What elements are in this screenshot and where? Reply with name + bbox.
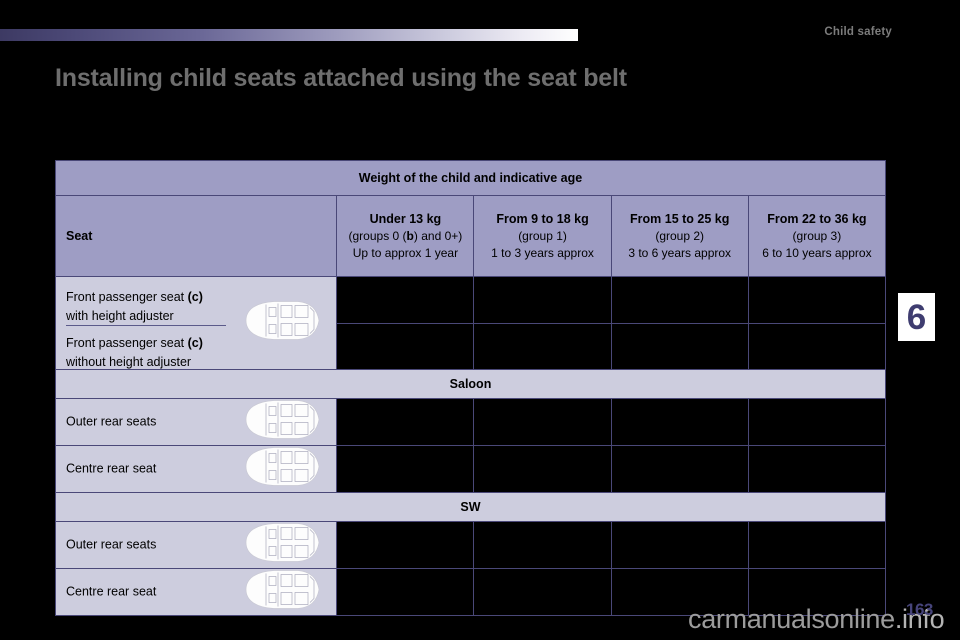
seat-column-header: Seat — [54, 195, 338, 277]
data-cell-fp-noadj-1 — [336, 322, 475, 370]
data-cell-saloon-outer-1 — [336, 398, 475, 446]
chapter-number-tab: 6 — [898, 293, 935, 341]
fp-line-2a: Front passenger seat (c) — [66, 336, 203, 350]
car-top-view-icon — [240, 399, 322, 446]
weight-label-3: From 15 to 25 kg — [630, 211, 730, 226]
table-row-front-passenger-with-adjuster: Front passenger seat (c) with height adj… — [54, 276, 887, 370]
data-cell-sw-centre-2 — [473, 568, 612, 616]
data-cell-saloon-centre-1 — [336, 445, 475, 493]
data-cell-fp-adj-3 — [610, 276, 749, 324]
weight-age-header: Weight of the child and indicative age — [55, 160, 886, 196]
weight-label-2: From 9 to 18 kg — [496, 211, 589, 226]
table-header-columns-row: Seat Under 13 kg (groups 0 (b) and 0+) U… — [54, 195, 887, 277]
chapter-label: Child safety — [824, 26, 892, 38]
data-cell-saloon-centre-3 — [610, 445, 749, 493]
car-top-view-icon — [240, 300, 322, 347]
data-cell-sw-centre-1 — [336, 568, 475, 616]
header-gradient-rule — [0, 29, 578, 41]
watermark-name: carmanualsonline — [688, 604, 895, 634]
section-header-saloon: Saloon — [55, 369, 886, 399]
data-cell-saloon-outer-4 — [747, 398, 887, 446]
data-cell-saloon-centre-4 — [747, 445, 887, 493]
car-top-view-icon — [240, 522, 322, 569]
child-seat-compatibility-table: Weight of the child and indicative age S… — [54, 160, 887, 616]
age-label-4: 6 to 10 years approx — [762, 246, 872, 261]
data-cell-saloon-outer-2 — [473, 398, 612, 446]
seat-label-text: Centre rear seat — [66, 461, 157, 476]
weight-column-header-2: From 9 to 18 kg (group 1) 1 to 3 years a… — [473, 195, 612, 277]
data-cell-sw-outer-3 — [610, 521, 749, 569]
age-label-2: 1 to 3 years approx — [491, 246, 594, 261]
data-cell-fp-adj-1 — [336, 276, 475, 324]
section-header-sw: SW — [55, 492, 886, 522]
weight-label-4: From 22 to 36 kg — [767, 211, 867, 226]
weight-column-header-3: From 15 to 25 kg (group 2) 3 to 6 years … — [610, 195, 749, 277]
page-number: 163 — [906, 600, 933, 619]
data-cell-saloon-outer-3 — [610, 398, 749, 446]
car-top-view-icon — [240, 446, 322, 493]
weight-column-header-4: From 22 to 36 kg (group 3) 6 to 10 years… — [747, 195, 887, 277]
group-label-2: (group 1) — [518, 228, 567, 243]
data-cell-sw-outer-4 — [747, 521, 887, 569]
front-passenger-divider — [66, 325, 226, 326]
table-row-saloon-centre-rear: Centre rear seat — [54, 445, 887, 493]
seat-label-sw-outer-rear: Outer rear seats — [54, 521, 338, 569]
seat-label-text: Outer rear seats — [66, 414, 157, 429]
age-label-1: Up to approx 1 year — [352, 246, 459, 261]
section-title-saloon: Saloon — [55, 369, 886, 399]
table-row-sw-outer-rear: Outer rear seats — [54, 521, 887, 569]
group-label-1: (groups 0 (b) and 0+) — [348, 228, 463, 243]
front-passenger-with-adjuster-label: Front passenger seat (c) with height adj… — [66, 288, 203, 326]
car-top-view-icon — [240, 569, 322, 616]
age-label-3: 3 to 6 years approx — [628, 246, 732, 261]
seat-label-text: Outer rear seats — [66, 537, 157, 552]
data-cell-sw-outer-2 — [473, 521, 612, 569]
table-header-top-row: Weight of the child and indicative age — [55, 160, 886, 196]
seat-label-saloon-outer-rear: Outer rear seats — [54, 398, 338, 446]
weight-column-header-1: Under 13 kg (groups 0 (b) and 0+) Up to … — [336, 195, 475, 277]
weight-label-1: Under 13 kg — [369, 211, 442, 226]
data-cell-saloon-centre-2 — [473, 445, 612, 493]
fp-line-1a: Front passenger seat (c) — [66, 290, 203, 304]
data-cell-fp-noadj-3 — [610, 322, 749, 370]
seat-label-sw-centre-rear: Centre rear seat — [54, 568, 338, 616]
data-cell-fp-noadj-4 — [747, 322, 887, 370]
data-cell-fp-noadj-2 — [473, 322, 612, 370]
front-passenger-seat-label-block: Front passenger seat (c) with height adj… — [54, 276, 338, 372]
page-title: Installing child seats attached using th… — [55, 64, 627, 92]
group-label-3: (group 2) — [655, 228, 705, 243]
table-row-saloon-outer-rear: Outer rear seats — [54, 398, 887, 446]
data-cell-sw-outer-1 — [336, 521, 475, 569]
group-label-4: (group 3) — [792, 228, 842, 243]
seat-label-text: Centre rear seat — [66, 584, 157, 599]
fp-line-2b: without height adjuster — [66, 354, 192, 369]
data-cell-fp-adj-4 — [747, 276, 887, 324]
data-cell-fp-adj-2 — [473, 276, 612, 324]
seat-label-saloon-centre-rear: Centre rear seat — [54, 445, 338, 493]
front-passenger-without-adjuster-label: Front passenger seat (c) without height … — [66, 334, 203, 372]
section-title-sw: SW — [55, 492, 886, 522]
fp-line-1b: with height adjuster — [66, 308, 174, 323]
